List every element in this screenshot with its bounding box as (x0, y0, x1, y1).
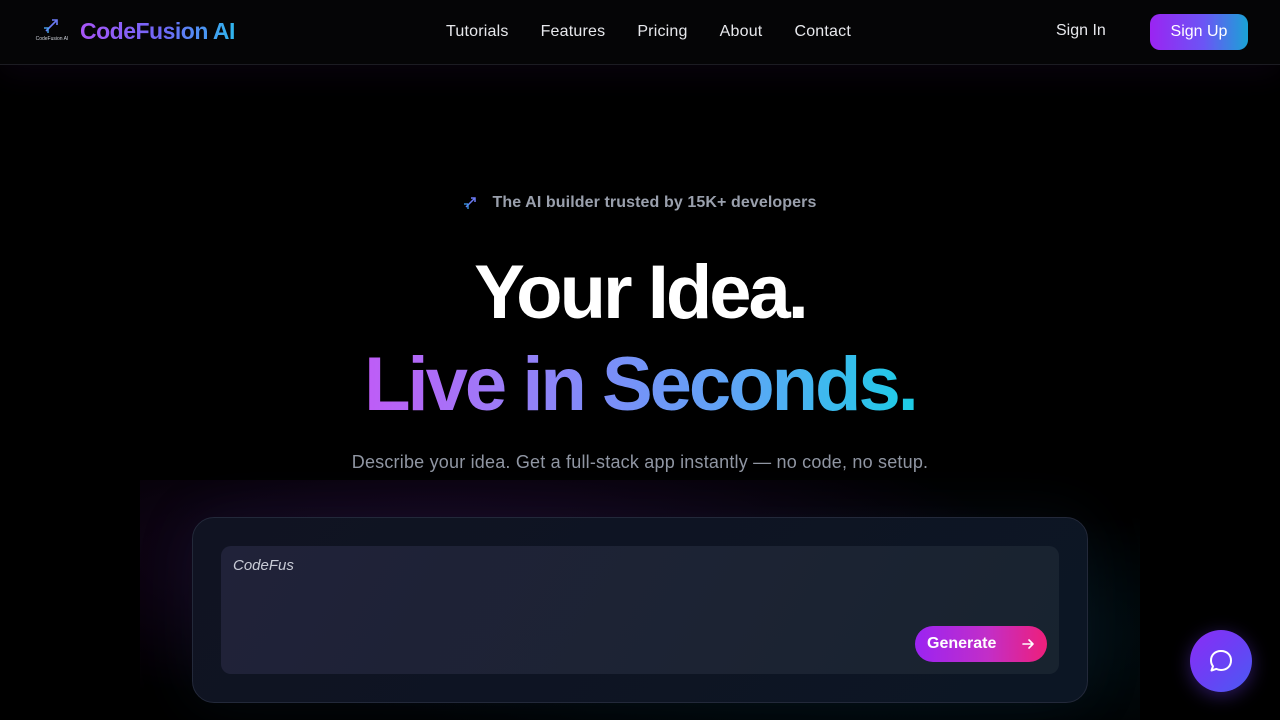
nav-link-about[interactable]: About (720, 23, 763, 41)
arrow-right-icon (1022, 639, 1034, 649)
sign-in-link[interactable]: Sign In (1056, 22, 1106, 40)
top-navbar: CodeFusion AI CodeFusion AI Tutorials Fe… (0, 0, 1280, 65)
brand[interactable]: CodeFusion AI CodeFusion AI (34, 17, 236, 45)
hero-headline-line1: Your Idea. (474, 250, 809, 335)
generate-button-label: Generate (927, 635, 997, 652)
chat-bubble-icon (1210, 650, 1232, 672)
sign-up-button[interactable]: Sign Up (1150, 14, 1248, 50)
hero-headline-line2: Live in Seconds. (364, 342, 919, 427)
nav-link-features[interactable]: Features (541, 23, 606, 41)
trust-badge-text: The AI builder trusted by 15K+ developer… (492, 194, 817, 211)
hero-headline-line2-wrap: Live in Seconds. (0, 345, 1280, 425)
trust-badge: The AI builder trusted by 15K+ developer… (0, 194, 1280, 212)
rocket-icon (44, 19, 58, 33)
nav-links: Tutorials Features Pricing About Contact (430, 0, 867, 64)
generate-button[interactable]: Generate (915, 626, 1047, 662)
nav-link-tutorials[interactable]: Tutorials (446, 23, 509, 41)
brand-name[interactable]: CodeFusion AI (80, 18, 235, 45)
nav-link-pricing[interactable]: Pricing (637, 23, 687, 41)
rocket-icon (463, 194, 481, 212)
brand-logo-caption: CodeFusion AI (35, 36, 69, 42)
brand-logo[interactable]: CodeFusion AI (34, 17, 70, 45)
prompt-card: Generate (192, 517, 1088, 703)
nav-link-contact[interactable]: Contact (794, 23, 851, 41)
hero-subtitle: Describe your idea. Get a full-stack app… (351, 452, 929, 472)
chat-button[interactable] (1190, 630, 1252, 692)
